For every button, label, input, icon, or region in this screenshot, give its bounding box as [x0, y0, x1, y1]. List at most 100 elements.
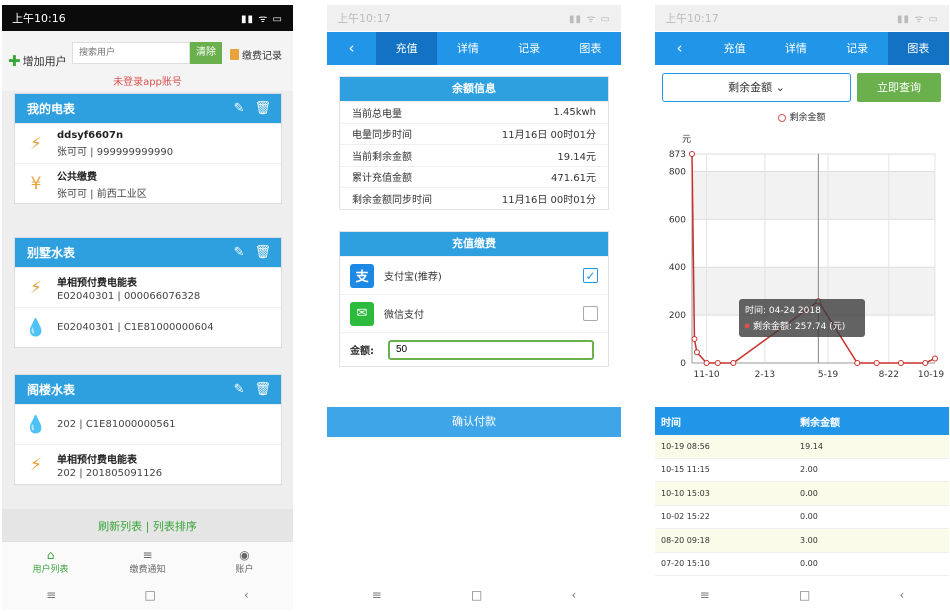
tab-details[interactable]: 详情 — [437, 32, 498, 65]
plus-icon: ✚ — [8, 52, 21, 70]
data-point — [854, 360, 861, 366]
home-square-icon[interactable]: □ — [799, 588, 810, 602]
group-header: 别墅水表 ✎ 🗑 — [15, 238, 281, 267]
meter-row[interactable]: ⚡ ddsyf6607n 张可可 | 999999999990 — [15, 123, 281, 163]
status-time: 上午10:16 — [12, 12, 66, 25]
edit-icon[interactable]: ✎ — [234, 382, 245, 397]
row-key: 剩余金额同步时间 — [352, 194, 432, 206]
row-value: 11月16日 00时01分 — [501, 130, 596, 142]
cell-time: 10-02 15:22 — [661, 512, 710, 522]
trash-icon[interactable]: 🗑 — [254, 382, 271, 397]
back-button[interactable]: ‹ — [327, 32, 376, 65]
row-value: 19.14元 — [557, 151, 596, 163]
wechat-label: 微信支付 — [384, 310, 424, 321]
tab-chart[interactable]: 图表 — [560, 32, 621, 65]
y-tick-label: 0 — [680, 359, 686, 369]
menu-icon[interactable]: ≡ — [372, 588, 382, 602]
trash-icon[interactable]: 🗑 — [254, 101, 271, 116]
balance-line-chart[interactable]: 873 800 600 400 200 0 11-10 2-13 5-19 8-22 10-19 元时… — [655, 130, 949, 395]
row-key: 累计充值金额 — [352, 173, 412, 185]
edit-icon[interactable]: ✎ — [234, 101, 245, 116]
tab-chart[interactable]: 图表 — [887, 32, 949, 65]
y-tick-label: 873 — [669, 150, 686, 160]
home-square-icon[interactable]: □ — [144, 588, 155, 602]
group-card: 别墅水表 ✎ 🗑 ⚡ 单相预付费电能表 E02040301 | 000066076328… — [14, 237, 282, 348]
meter-sub: E02040301 | 000066076328 — [57, 290, 201, 302]
tab-records[interactable]: 记录 — [499, 32, 560, 65]
tooltip-value: 剩余金额: 257.74 (元) — [753, 320, 845, 332]
legend-label: 剩余金额 — [789, 113, 826, 123]
amount-label: 金额: — [350, 346, 374, 357]
cell-time: 10-15 11:15 — [661, 465, 710, 475]
table-row: 10-10 15:03 0.00 — [655, 482, 949, 506]
cell-balance: 3.00 — [800, 535, 818, 545]
query-button[interactable]: 立即查询 — [857, 73, 941, 102]
amount-input[interactable] — [388, 339, 594, 360]
meter-row[interactable]: 💧 202 | C1E81000000561 — [15, 404, 281, 444]
y-tick-label: 600 — [669, 215, 686, 225]
menu-icon[interactable]: ≡ — [46, 588, 56, 602]
meter-row[interactable]: 💧 E02040301 | C1E81000000604 — [15, 307, 281, 347]
add-user-button[interactable]: ✚ 增加用户 — [8, 52, 67, 70]
meter-sub: E02040301 | C1E81000000604 — [57, 322, 214, 333]
group-title: 阁楼水表 — [27, 383, 76, 397]
group-title: 我的电表 — [27, 102, 76, 116]
back-button[interactable]: ‹ — [655, 32, 704, 65]
alipay-label: 支付宝(推荐) — [384, 272, 442, 283]
not-logged-notice[interactable]: 未登录app账号 — [2, 73, 293, 88]
edit-icon[interactable]: ✎ — [234, 245, 245, 260]
back-icon[interactable]: ‹ — [244, 588, 249, 602]
tab-account[interactable]: ◉ 账户 — [205, 542, 285, 581]
records-table: 时间 剩余金额 10-19 08:56 19.14 10-15 11:15 2.00 10… — [655, 407, 949, 576]
y-tick-label: 800 — [669, 167, 686, 177]
wechat-option[interactable]: ✉ 微信支付 — [340, 294, 608, 332]
tab-recharge[interactable]: 充值 — [376, 32, 438, 65]
alipay-option[interactable]: 支支付宝(推荐) ✓ — [340, 256, 608, 294]
menu-icon[interactable]: ≡ — [700, 588, 710, 602]
status-bar: 上午10:16 ▮▮ ᯤ ▭ — [2, 5, 293, 31]
clear-button[interactable]: 清除 — [190, 42, 222, 64]
pay-record-button[interactable]: 缴费记录 — [230, 47, 282, 62]
amount-row: 金额: — [340, 332, 608, 366]
tab-user-list[interactable]: ⌂ 用户列表 — [11, 542, 91, 581]
back-icon[interactable]: ‹ — [900, 588, 905, 602]
meter-row[interactable]: ⚡ 单相预付费电能表 E02040301 | 000066076328 — [15, 267, 281, 307]
alipay-icon: 支 — [350, 263, 374, 288]
meter-row[interactable]: ¥ 公共缴费 张可可 | 前西工业区 — [15, 163, 281, 203]
metric-dropdown[interactable]: 剩余金额 ⌄ — [662, 73, 851, 102]
refresh-sort-links[interactable]: 刷新列表 | 列表排序 — [2, 509, 293, 541]
tab-records[interactable]: 记录 — [827, 32, 888, 65]
trash-icon[interactable]: 🗑 — [254, 245, 271, 260]
top-nav: ‹ 充值 详情 记录 图表 — [327, 32, 621, 65]
status-icons: ▮▮ ᯤ ▭ — [241, 14, 283, 25]
cell-balance: 0.00 — [800, 512, 818, 522]
wechat-checkbox[interactable] — [583, 306, 598, 321]
data-point — [730, 360, 737, 366]
wallet-icon — [230, 49, 239, 60]
home-square-icon[interactable]: □ — [471, 588, 482, 602]
chart-legend[interactable]: 剩余金额 — [655, 110, 949, 123]
confirm-pay-button[interactable]: 确认付款 — [327, 407, 621, 437]
table-row: 08-20 09:18 3.00 — [655, 529, 949, 553]
back-icon[interactable]: ‹ — [572, 588, 577, 602]
user-icon: ◉ — [239, 548, 250, 562]
meter-row[interactable]: ⚡ 单相预付费电能表 202 | 201805091126 — [15, 444, 281, 484]
x-tick-label: 2-13 — [755, 370, 775, 380]
col-balance: 剩余金额 — [800, 417, 840, 429]
alipay-checkbox[interactable]: ✓ — [583, 268, 598, 283]
tooltip-time: 时间: 04-24 2018 — [745, 304, 821, 316]
payment-title: 充值缴费 — [340, 232, 608, 256]
status-icons: ▮▮ ᯤ ▭ — [897, 14, 939, 25]
wechat-icon: ✉ — [350, 301, 374, 326]
table-header: 时间 剩余金额 — [655, 407, 949, 435]
meter-sub: 202 | 201805091126 — [57, 467, 163, 479]
tab-recharge[interactable]: 充值 — [704, 32, 765, 65]
tab-pay-notice[interactable]: ≡ 缴费通知 — [108, 542, 188, 581]
grid-band — [692, 171, 935, 220]
table-row: 10-02 15:22 0.00 — [655, 506, 949, 529]
data-point — [932, 355, 938, 362]
payment-section: 充值缴费 支支付宝(推荐) ✓ ✉ 微信支付 金额: — [339, 231, 609, 367]
search-input[interactable] — [72, 42, 190, 64]
tab-details[interactable]: 详情 — [765, 32, 826, 65]
row-key: 电量同步时间 — [352, 130, 412, 142]
